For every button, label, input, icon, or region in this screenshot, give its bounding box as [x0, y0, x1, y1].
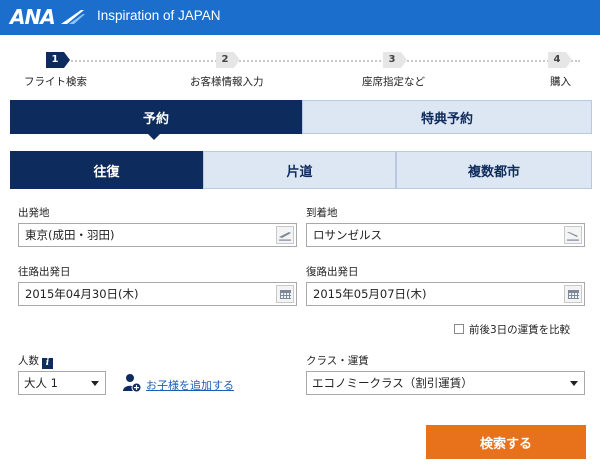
- ana-wing-icon: [60, 10, 85, 24]
- passengers-label-wrap: 人数 i: [18, 353, 53, 369]
- destination-value: ロサンゼルス: [313, 228, 382, 242]
- depart-date-value: 2015年04月30日(木): [25, 287, 139, 301]
- calendar-grid: [568, 290, 579, 299]
- step-1-badge: 1: [46, 52, 70, 68]
- plane-takeoff-icon[interactable]: [276, 226, 294, 244]
- tab-round-trip[interactable]: 往復: [10, 151, 203, 189]
- step-3-badge: 3: [383, 52, 407, 68]
- info-icon[interactable]: i: [42, 358, 53, 369]
- step-3-label: 座席指定など: [362, 76, 425, 88]
- active-tab-pointer: [148, 134, 160, 140]
- plane-landing-icon[interactable]: [564, 226, 582, 244]
- step-2-badge: 2: [216, 52, 240, 68]
- passengers-select[interactable]: 大人 1: [18, 371, 106, 395]
- progress-line: [60, 60, 580, 62]
- logo-text: ANA: [10, 5, 56, 29]
- passengers-label: 人数: [18, 355, 39, 367]
- plane-takeoff-glyph: [279, 232, 291, 241]
- passengers-value: 大人 1: [24, 376, 58, 390]
- add-child-link[interactable]: お子様を追加する: [146, 377, 234, 393]
- step-2-label: お客様情報入力: [190, 76, 264, 88]
- tab-award-reservation[interactable]: 特典予約: [302, 100, 592, 134]
- chevron-down-icon: [91, 381, 99, 386]
- ana-logo[interactable]: ANA: [10, 4, 85, 30]
- chevron-down-icon: [570, 381, 578, 386]
- class-select[interactable]: エコノミークラス（割引運賃）: [306, 371, 585, 395]
- step-4-badge: 4: [548, 52, 572, 68]
- calendar-grid: [280, 290, 291, 299]
- class-value: エコノミークラス（割引運賃）: [312, 376, 473, 390]
- add-child-icon[interactable]: [122, 373, 142, 393]
- return-date-field[interactable]: 2015年05月07日(木): [306, 282, 585, 306]
- calendar-icon[interactable]: [564, 285, 582, 303]
- search-button[interactable]: 検索する: [426, 425, 586, 459]
- header-tagline: Inspiration of JAPAN: [97, 8, 221, 23]
- destination-label: 到着地: [306, 207, 338, 219]
- origin-field[interactable]: 東京(成田・羽田): [18, 223, 297, 247]
- step-4-label: 購入: [550, 76, 571, 88]
- header-bar: ANA Inspiration of JAPAN: [0, 0, 600, 35]
- tab-multi-city[interactable]: 複数都市: [396, 151, 592, 189]
- calendar-icon[interactable]: [276, 285, 294, 303]
- return-date-value: 2015年05月07日(木): [313, 287, 427, 301]
- compare-fares-label[interactable]: 前後3日の運賃を比較: [469, 322, 570, 337]
- origin-label: 出発地: [18, 207, 50, 219]
- origin-value: 東京(成田・羽田): [25, 228, 115, 242]
- plane-landing-glyph: [567, 232, 579, 241]
- depart-date-label: 往路出発日: [18, 266, 71, 278]
- depart-date-field[interactable]: 2015年04月30日(木): [18, 282, 297, 306]
- tab-reservation[interactable]: 予約: [10, 100, 302, 134]
- return-date-label: 復路出発日: [306, 266, 359, 278]
- class-label: クラス・運賃: [306, 355, 369, 367]
- compare-fares-checkbox[interactable]: [454, 324, 464, 334]
- step-1-label: フライト検索: [24, 76, 87, 88]
- destination-field[interactable]: ロサンゼルス: [306, 223, 585, 247]
- tab-one-way[interactable]: 片道: [203, 151, 396, 189]
- progress-steps: 1 フライト検索 2 お客様情報入力 3 座席指定など 4 購入: [0, 50, 600, 90]
